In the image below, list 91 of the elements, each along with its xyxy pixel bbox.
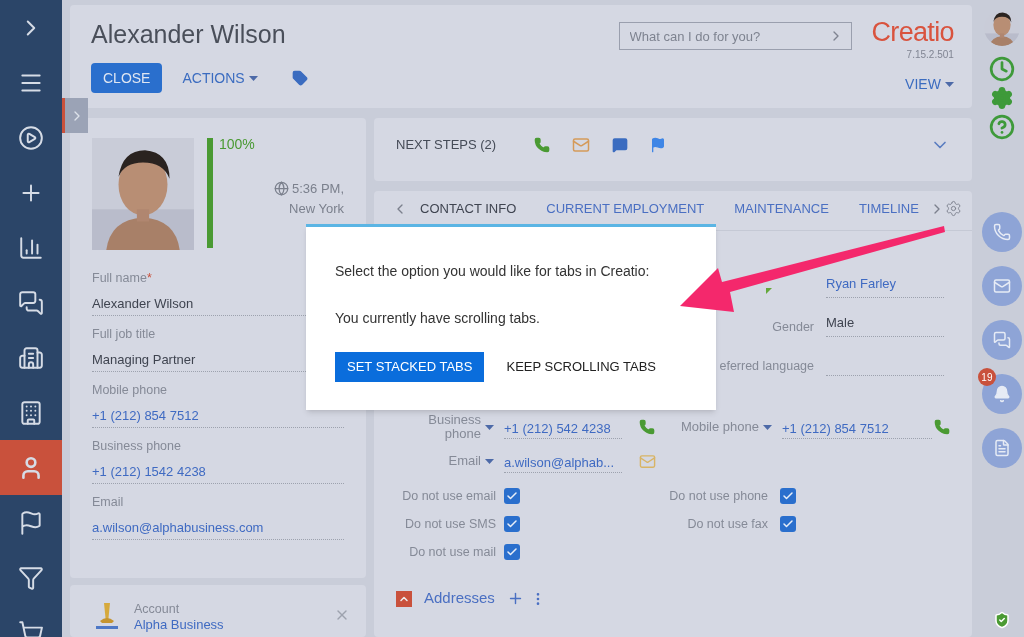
account-link[interactable]: Alpha Business bbox=[134, 617, 320, 633]
view-button[interactable]: VIEW bbox=[905, 74, 954, 95]
field-value[interactable]: +1 (212) 854 7512 bbox=[782, 415, 932, 439]
check-icon bbox=[506, 545, 518, 558]
tab[interactable]: CONTACT INFO bbox=[420, 198, 517, 219]
option-label: Do not use email bbox=[401, 488, 497, 505]
field-value[interactable]: +1 (212) 542 4238 bbox=[504, 415, 622, 439]
tab[interactable]: MAINTENANCE bbox=[734, 198, 829, 219]
field-label[interactable]: Business phone bbox=[378, 413, 504, 441]
caret-icon bbox=[485, 424, 494, 430]
chat-button[interactable] bbox=[981, 320, 1022, 360]
field-value: Male bbox=[826, 313, 944, 337]
field-label: Full job title bbox=[92, 326, 156, 342]
option-label: Do not use fax bbox=[686, 515, 769, 533]
caret-icon bbox=[944, 82, 954, 87]
funnel-icon bbox=[18, 564, 44, 591]
completeness-value: 100% bbox=[219, 136, 256, 152]
tab[interactable]: CURRENT EMPLOYMENT bbox=[546, 198, 705, 219]
clock-icon[interactable] bbox=[988, 56, 1015, 82]
chat-icon bbox=[992, 331, 1011, 349]
checkbox[interactable] bbox=[780, 488, 796, 505]
email-icon[interactable] bbox=[572, 135, 591, 154]
settings-icon[interactable] bbox=[944, 200, 962, 217]
mail-icon bbox=[992, 277, 1011, 295]
bell-icon bbox=[992, 385, 1011, 403]
panel-toggle[interactable] bbox=[62, 98, 88, 133]
field-label[interactable]: Mobile phone bbox=[672, 420, 782, 434]
option-label: Do not use phone bbox=[668, 488, 769, 505]
flag-icon[interactable] bbox=[650, 136, 667, 153]
caret-icon bbox=[248, 75, 258, 81]
field-value[interactable]: +1 (212) 1542 4238 bbox=[92, 462, 344, 484]
company-logo-icon bbox=[94, 601, 120, 631]
option-label: Do not use mail bbox=[408, 543, 497, 561]
time-zone-icon bbox=[273, 181, 289, 197]
field-label: Email bbox=[92, 494, 124, 510]
dialog-prompt: Select the option you would like for tabs in Creatio: bbox=[335, 262, 651, 281]
document-icon bbox=[992, 439, 1011, 457]
building-icon bbox=[18, 399, 44, 426]
phone-button[interactable] bbox=[981, 212, 1022, 252]
buildings-icon bbox=[18, 344, 44, 371]
document-button[interactable] bbox=[981, 428, 1022, 468]
field-label: eferred language bbox=[719, 358, 814, 376]
chat-icon bbox=[18, 289, 44, 316]
keep-scrolling-tabs-button[interactable]: KEEP SCROLLING TABS bbox=[506, 357, 657, 377]
checkbox[interactable] bbox=[504, 516, 520, 533]
settings-icon[interactable] bbox=[989, 86, 1014, 110]
bar-chart-icon bbox=[18, 234, 44, 261]
field-value[interactable]: a.wilson@alphab... bbox=[504, 449, 622, 473]
local-time: 5:36 PM, bbox=[291, 180, 344, 198]
field-label: Gender bbox=[772, 319, 814, 337]
field-value[interactable]: a.wilson@alphabusiness.com bbox=[92, 518, 344, 540]
field-value[interactable]: Ryan Farley bbox=[826, 274, 944, 298]
play-icon bbox=[18, 124, 44, 151]
checkbox[interactable] bbox=[504, 543, 520, 560]
page-title: Alexander Wilson bbox=[91, 19, 287, 49]
field-label: Mobile phone bbox=[92, 382, 168, 398]
option-label: Do not use SMS bbox=[404, 515, 497, 533]
search-field[interactable]: What can I do for you? bbox=[618, 22, 852, 50]
city-name: New York bbox=[289, 199, 344, 218]
sidebar-item[interactable] bbox=[0, 440, 62, 495]
checkbox[interactable] bbox=[504, 488, 520, 505]
set-stacked-tabs-button[interactable]: SET STACKED TABS bbox=[335, 352, 485, 382]
chat-icon[interactable] bbox=[612, 136, 629, 153]
corner-mark-icon bbox=[766, 288, 772, 294]
notification-badge: 19 bbox=[977, 368, 996, 386]
bell-button[interactable] bbox=[981, 374, 1022, 414]
shield-icon bbox=[992, 611, 1011, 629]
field-label: Business phone bbox=[92, 438, 181, 454]
mail-button[interactable] bbox=[981, 266, 1022, 306]
help-icon[interactable] bbox=[988, 114, 1015, 140]
tag-icon[interactable] bbox=[291, 70, 308, 86]
close-button[interactable]: CLOSE bbox=[91, 63, 163, 93]
required-mark: * bbox=[146, 270, 152, 286]
actions-button[interactable]: ACTIONS bbox=[182, 67, 258, 89]
flag-icon bbox=[18, 509, 44, 536]
field-label: Full name bbox=[92, 270, 147, 286]
caret-icon bbox=[763, 424, 772, 430]
call-icon[interactable] bbox=[639, 419, 655, 435]
version-number: 7.15.2.501 bbox=[906, 48, 954, 62]
next-steps-tab[interactable]: NEXT STEPS (2) bbox=[396, 134, 497, 155]
caret-icon bbox=[485, 458, 494, 464]
section-title[interactable]: Addresses bbox=[424, 587, 495, 610]
field-label[interactable]: Email bbox=[378, 454, 504, 468]
call-icon[interactable] bbox=[534, 136, 551, 153]
tab[interactable]: TIMELINE bbox=[858, 198, 919, 219]
creatio-logo: Creatio bbox=[871, 17, 954, 47]
account-label: Account bbox=[134, 601, 181, 617]
collapse-button[interactable] bbox=[396, 590, 412, 607]
phone-icon bbox=[992, 223, 1011, 241]
call-icon[interactable] bbox=[934, 419, 950, 435]
checkbox[interactable] bbox=[780, 516, 796, 533]
